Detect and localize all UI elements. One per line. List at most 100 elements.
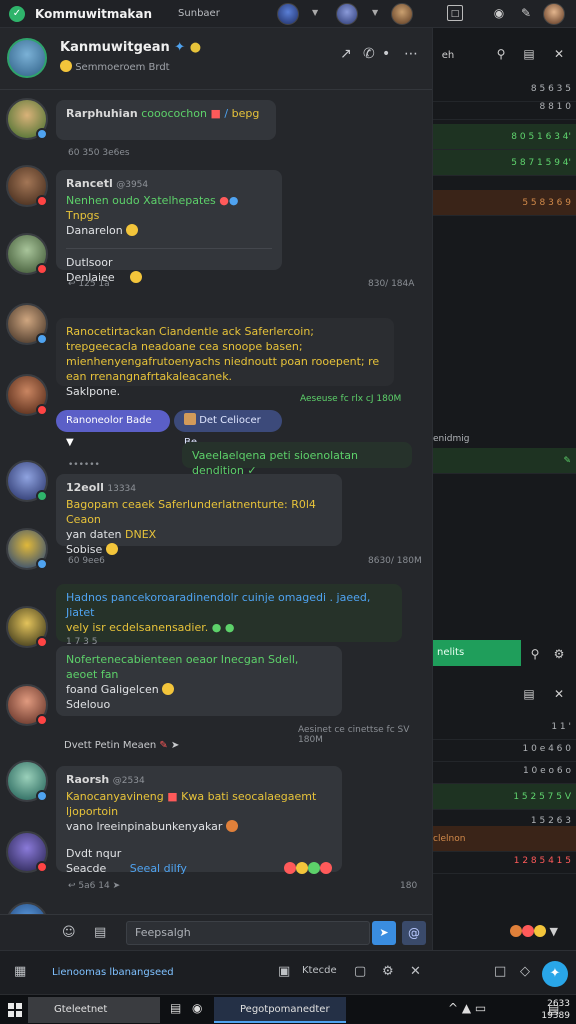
start-icon[interactable] (8, 1003, 22, 1017)
pin-icon[interactable]: ↗ (340, 46, 352, 62)
edit-icon[interactable]: ✎ (518, 5, 534, 21)
list-item[interactable]: 8 8 1 0 (433, 94, 576, 120)
status-strip: ▦ Lienoomas lbanangseed ▣ Ktecde ▢ ⚙ ✕ □… (0, 950, 576, 994)
mention-button[interactable]: @ (402, 921, 426, 945)
avatar[interactable] (6, 374, 48, 416)
camera-icon[interactable]: ◉ (491, 5, 507, 21)
right-panel: ⚲ ▤ ✕ eh 8 5 6 3 5 8 8 1 0 8 0 5 1 6 3 4… (432, 28, 576, 994)
message-bubble: Ranocetirtackan Ciandentle ack Saferlerc… (56, 318, 394, 398)
list-item[interactable]: 1 0 e o 6 o (433, 758, 576, 784)
message-input[interactable]: Feepsalgh (126, 921, 370, 945)
chevron-down-icon[interactable]: ▼ (372, 8, 378, 17)
share-icon[interactable]: ▣ (278, 964, 290, 979)
close-icon[interactable]: ✕ (551, 46, 567, 62)
send-button[interactable]: ➤ (372, 921, 396, 945)
message-bubble: Nofertenecabienteen oeaor Inecgan Sdell,… (56, 646, 342, 716)
avatar[interactable] (6, 460, 48, 502)
taskbar: Gteleetnet ▤ ◉ Pegotpomanedter ^ ▲ ▭ 263… (0, 994, 576, 1024)
message-meta: 60 350 3e6es (68, 148, 130, 158)
expand-icon[interactable]: ▢ (354, 964, 366, 979)
avatar[interactable] (6, 98, 48, 140)
message-time: 180 (400, 881, 418, 891)
phone-icon[interactable]: ✆ (363, 46, 375, 62)
reply-chip[interactable]: Ranoneolor Bade ▼ (56, 410, 170, 448)
chat-header: Kanmuwitgean ✦ ● Semmoeroem Brdt ↗ ✆ • ⋯ (0, 28, 432, 90)
message-bubble: Raorsh @2534 Kanocanyavineng ■ Kwa bati … (56, 766, 342, 875)
avatar[interactable] (391, 3, 413, 25)
status-text: Lienoomas lbanangseed (52, 967, 174, 978)
search-icon[interactable]: ⚲ (493, 46, 509, 62)
message-bubble: Hadnos pancekoroaradinendolr cuinje omag… (56, 584, 402, 647)
avatar[interactable] (336, 3, 358, 25)
avatar[interactable] (6, 303, 48, 345)
notification-icon[interactable]: ▤ (548, 1002, 559, 1016)
list-item[interactable]: 5 5 8 3 6 9 (433, 190, 576, 216)
avatar[interactable] (6, 528, 48, 570)
avatar[interactable] (6, 165, 48, 207)
chat-icon[interactable]: □ (494, 964, 506, 979)
attach-icon[interactable]: ▤ (94, 925, 106, 940)
message-time: Aeseuse fc rlx cJ 180M (300, 394, 402, 404)
avatar[interactable] (6, 684, 48, 726)
title-bar: ✓ Kommuwitmakan Sunbaer ▼ ▼ □ ◉ ✎ ♠ (0, 0, 576, 28)
taskbar-item-active[interactable]: Pegotpomanedter (214, 997, 346, 1023)
list-item[interactable]: 1 5 2 5 7 5 V (433, 784, 576, 810)
taskbar-item[interactable]: Gteleetnet (28, 997, 160, 1023)
app-window: ✓ Kommuwitmakan Sunbaer ▼ ▼ □ ◉ ✎ ♠ Kanm… (0, 0, 576, 1024)
taskview-icon[interactable]: ▤ (170, 1001, 181, 1015)
typing-indicator: •••••• (68, 460, 100, 470)
avatar[interactable] (277, 3, 299, 25)
app-logo-icon: ✓ (9, 5, 25, 22)
reply-icon[interactable]: ↩ (68, 279, 76, 289)
chat-panel: Kanmuwitgean ✦ ● Semmoeroem Brdt ↗ ✆ • ⋯… (0, 28, 432, 994)
chat-subtitle: Semmoeroem Brdt (60, 60, 170, 73)
app-icon[interactable]: ◉ (192, 1001, 202, 1015)
avatar[interactable] (543, 3, 565, 25)
message-time: 830/ 184A (368, 279, 415, 289)
chevron-down-icon[interactable]: ▼ (312, 8, 318, 17)
settings-icon[interactable]: ⚙ (551, 646, 567, 662)
status-icons[interactable]: ▼ (499, 924, 569, 940)
list-item[interactable]: 1 2 8 5 4 1 5 (433, 848, 576, 874)
chat-title: Kanmuwitgean ✦ ● (60, 40, 202, 55)
twitter-icon[interactable]: ✦ (542, 961, 568, 987)
reaction-row: Dvett Petin Meaen ✎ ➤ (64, 740, 180, 751)
window-icon[interactable]: □ (447, 5, 463, 21)
tag-icon[interactable]: ◇ (520, 964, 530, 979)
more-icon[interactable]: ⋯ (404, 46, 418, 62)
list-item[interactable]: ✎ (433, 448, 576, 474)
edit-icon: ✎ (563, 456, 571, 466)
list-item[interactable]: 8 0 5 1 6 3 4' (433, 124, 576, 150)
message-meta: ↩ 125 1a (68, 279, 110, 289)
avatar[interactable] (6, 760, 48, 802)
close-icon[interactable]: ✕ (551, 686, 567, 702)
action-button[interactable]: nelits (433, 640, 521, 666)
status-label: Ktecde (302, 965, 337, 976)
message-meta: ↩ 5a6 14 ➤ (68, 881, 121, 891)
message-bubble: 12eoll 13334 Bagopam ceaek Saferlunderla… (56, 474, 342, 556)
emoji-icon[interactable]: ☺ (62, 925, 76, 940)
search-icon[interactable]: ⚲ (527, 646, 543, 662)
tray-icons[interactable]: ^ ▲ ▭ (448, 1001, 486, 1015)
list-item[interactable]: 5 8 7 1 5 9 4' (433, 150, 576, 176)
window-icon[interactable]: ▤ (521, 46, 537, 62)
window-icon[interactable]: ▤ (521, 686, 537, 702)
close-icon[interactable]: ✕ (410, 964, 421, 979)
reply-icon[interactable]: ↩ (68, 881, 76, 891)
message-bubble: Rarphuhian cooocochon ■ / bepg (56, 100, 276, 140)
system-message: Vaeelaelqena peti sioenolatan dendition … (182, 442, 412, 477)
avatar[interactable] (7, 38, 47, 78)
avatar[interactable] (6, 233, 48, 275)
settings-icon[interactable]: • (382, 46, 390, 62)
mention-chip[interactable]: Det Celiocer Be (174, 410, 282, 448)
message-composer: ☺ ▤ Feepsalgh ➤ @ (0, 914, 432, 950)
settings-icon[interactable]: ⚙ (382, 964, 394, 979)
message-bubble: Rancetl @3954 Nenhen oudo Xatelhepates ●… (56, 170, 282, 284)
image-icon[interactable]: ▦ (14, 964, 26, 979)
message-meta: 60 9ee6 (68, 556, 105, 566)
app-title: Kommuwitmakan (35, 6, 153, 21)
avatar[interactable] (6, 831, 48, 873)
avatar[interactable] (6, 606, 48, 648)
app-subtitle: Sunbaer (178, 8, 220, 19)
message-time: 8630/ 180M (368, 556, 422, 566)
